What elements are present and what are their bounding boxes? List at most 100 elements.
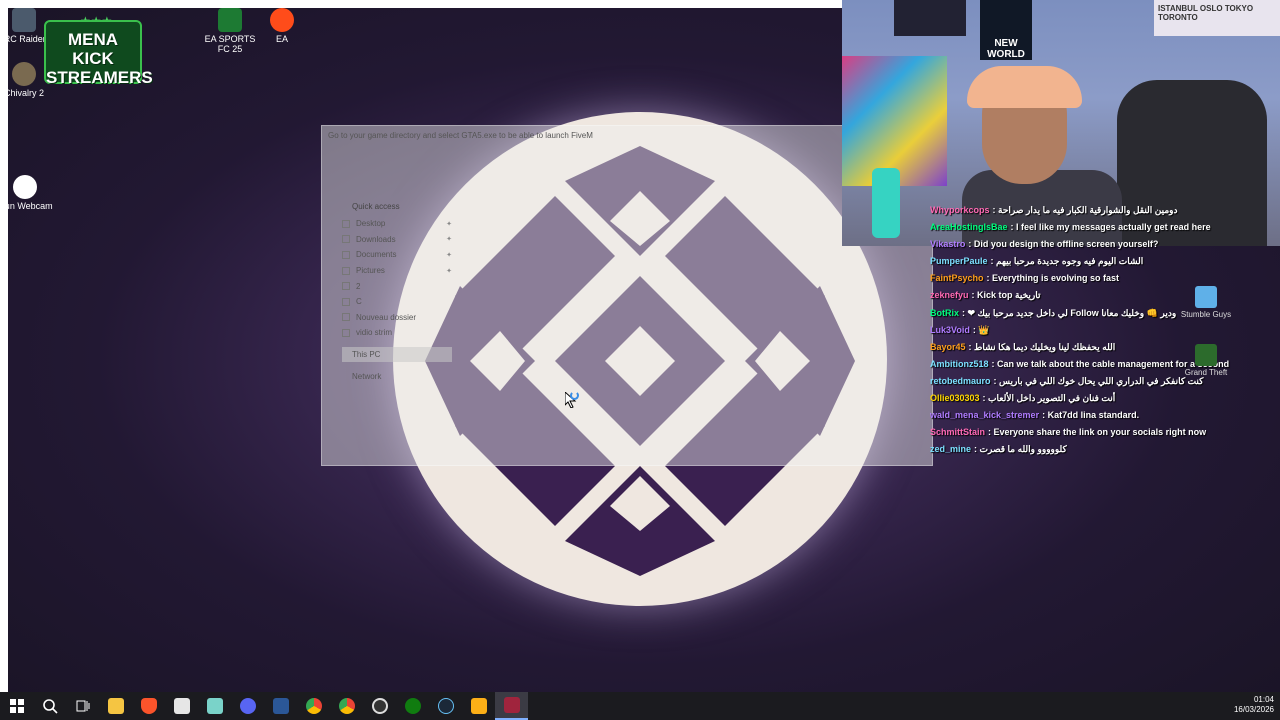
nav-item-nouveau-dossier[interactable]: Nouveau dossier bbox=[342, 310, 452, 326]
system-clock[interactable]: 01:04 16/03/2026 bbox=[1234, 695, 1274, 715]
chat-message: AreaHostingIsBae: I feel like my message… bbox=[930, 219, 1260, 236]
chat-text: كلووووو والله ما قصرت bbox=[979, 444, 1067, 455]
desktop: ARC Raiders Chivalry 2 Iriun Webcam EA S… bbox=[0, 0, 1280, 692]
pin-icon: ✦ bbox=[446, 220, 452, 228]
nav-item-pictures[interactable]: Pictures ✦ bbox=[342, 263, 452, 279]
city-banner: ISTANBUL OSLO TOKYO TORONTO bbox=[1154, 0, 1280, 36]
chrome-alt-icon bbox=[338, 698, 355, 714]
stumble-guys-icon bbox=[1195, 286, 1217, 308]
taskbar-word[interactable] bbox=[264, 692, 297, 720]
chat-message: SchmittStain: Everyone share the link on… bbox=[930, 424, 1260, 441]
taskbar-file-explorer[interactable] bbox=[99, 692, 132, 720]
arc-raiders-icon bbox=[12, 8, 36, 32]
nav-item-vidio-strim[interactable]: vidio strim bbox=[342, 325, 452, 341]
chat-username: Vikastro bbox=[930, 239, 966, 250]
nav-item-c[interactable]: C bbox=[342, 294, 452, 310]
banner-text: ISTANBUL OSLO TOKYO TORONTO bbox=[1158, 4, 1254, 22]
nav-item-this-pc[interactable]: This PC bbox=[342, 346, 452, 363]
chat-username: Ollie030303 bbox=[930, 393, 980, 404]
chat-message: Ollie030303: أنت فنان في التصوير داخل ال… bbox=[930, 390, 1260, 407]
taskbar-active-app[interactable] bbox=[495, 692, 528, 720]
streamer-cap bbox=[967, 66, 1082, 108]
clock-date: 16/03/2026 bbox=[1233, 705, 1274, 714]
task-view-icon bbox=[76, 700, 89, 712]
chat-overlay: Whyporkcops: دومين النقل والشوارقية الكب… bbox=[930, 202, 1260, 458]
nav-item-label: C bbox=[356, 297, 362, 307]
folder-icon bbox=[342, 328, 350, 337]
nav-item-desktop[interactable]: Desktop ✦ bbox=[342, 216, 452, 232]
desktop-icon-iriun-webcam[interactable]: Iriun Webcam bbox=[0, 175, 57, 211]
desktop-icon-grand-theft[interactable]: Grand Theft bbox=[1176, 344, 1236, 377]
chat-username: wald_mena_kick_stremer bbox=[930, 410, 1040, 421]
folder-icon bbox=[342, 313, 350, 322]
frame-left bbox=[0, 0, 8, 692]
rockstar-icon bbox=[470, 698, 487, 714]
folder-icon bbox=[342, 297, 350, 306]
taskbar-discord[interactable] bbox=[231, 692, 264, 720]
task-view-button[interactable] bbox=[66, 692, 99, 720]
ea-icon bbox=[270, 8, 294, 32]
chat-message: Vikastro: Did you design the offline scr… bbox=[930, 236, 1260, 253]
chat-username: Ambitionz518 bbox=[930, 358, 989, 369]
nav-item-documents[interactable]: Documents ✦ bbox=[342, 247, 452, 263]
clock-time: 01:04 bbox=[1253, 695, 1274, 704]
chat-text: كنت كانفكر في الدراري اللي يحال خوك اللي… bbox=[999, 375, 1204, 386]
poster bbox=[894, 0, 966, 36]
desktop-icon-ea[interactable]: EA bbox=[250, 8, 314, 44]
chat-text: الله يحفظك لينا ويخليك ديما هكا نشاط bbox=[974, 341, 1116, 352]
taskbar-chrome[interactable] bbox=[297, 692, 330, 720]
notepad-icon bbox=[206, 698, 223, 714]
poster-text: NEW WORLD bbox=[987, 38, 1025, 60]
xbox-icon bbox=[404, 698, 421, 714]
taskbar-steam[interactable] bbox=[429, 692, 462, 720]
chat-text: ❤ لي داخل جديد مرحبا بيك Follow ودير 👊 و… bbox=[967, 307, 1177, 318]
taskbar-calculator[interactable] bbox=[165, 692, 198, 720]
chat-username: retobedmauro bbox=[930, 375, 991, 386]
chivalry-2-icon bbox=[12, 62, 36, 86]
quick-access-header[interactable]: Quick access bbox=[352, 202, 452, 211]
search-button[interactable] bbox=[33, 692, 66, 720]
chat-username: Bayor45 bbox=[930, 341, 966, 352]
nav-item-label: Network bbox=[352, 371, 382, 381]
chat-message: wald_mena_kick_stremer: Kat7dd lina stan… bbox=[930, 407, 1260, 424]
mena-kick-streamers-logo: MENA KICK STREAMERS bbox=[44, 20, 153, 87]
nav-item-downloads[interactable]: Downloads ✦ bbox=[342, 232, 452, 248]
taskbar-rockstar[interactable] bbox=[462, 692, 495, 720]
taskbar bbox=[0, 692, 1280, 720]
taskbar-chrome-alt[interactable] bbox=[330, 692, 363, 720]
chat-username: zeknefyu bbox=[930, 290, 969, 301]
chat-text: Everyone share the link on your socials … bbox=[993, 427, 1207, 438]
nav-item-network[interactable]: Network bbox=[342, 368, 452, 384]
start-button[interactable] bbox=[0, 692, 33, 720]
nav-item-label: Desktop bbox=[356, 219, 386, 229]
chat-message: FaintPsycho: Everything is evolving so f… bbox=[930, 270, 1260, 287]
chat-text: Kick top تاريخية bbox=[977, 290, 1041, 301]
desktop-icon-stumble-guys[interactable]: Stumble Guys bbox=[1176, 286, 1236, 319]
chat-text: Kat7dd lina standard. bbox=[1047, 410, 1140, 421]
nav-item-2[interactable]: 2 bbox=[342, 278, 452, 294]
folder-icon bbox=[342, 250, 350, 259]
nav-item-label: Downloads bbox=[356, 234, 396, 244]
chat-text: Did you design the offline screen yourse… bbox=[973, 239, 1159, 250]
windows-start-icon bbox=[9, 699, 24, 713]
taskbar-xbox[interactable] bbox=[396, 692, 429, 720]
chat-username: Whyporkcops bbox=[930, 205, 990, 215]
pin-icon: ✦ bbox=[446, 251, 452, 259]
file-dialog-title: Go to your game directory and select GTA… bbox=[328, 131, 593, 140]
chat-message: Whyporkcops: دومين النقل والشوارقية الكب… bbox=[930, 202, 1260, 219]
iriun-webcam-icon bbox=[13, 175, 37, 199]
obs-icon bbox=[371, 698, 388, 714]
gta-icon bbox=[1195, 344, 1217, 366]
taskbar-notepad[interactable] bbox=[198, 692, 231, 720]
chat-message: zed_mine: كلووووو والله ما قصرت bbox=[930, 441, 1260, 458]
taskbar-brave[interactable] bbox=[132, 692, 165, 720]
ea-sports-fc-icon bbox=[218, 8, 242, 32]
loading-spinner-icon bbox=[570, 391, 579, 400]
chrome-icon bbox=[305, 698, 322, 714]
nav-item-label: Documents bbox=[356, 250, 397, 260]
chat-username: SchmittStain bbox=[930, 427, 986, 438]
discord-icon bbox=[239, 698, 256, 714]
brave-icon bbox=[140, 698, 157, 714]
nav-item-label: vidio strim bbox=[356, 328, 393, 338]
taskbar-obs[interactable] bbox=[363, 692, 396, 720]
